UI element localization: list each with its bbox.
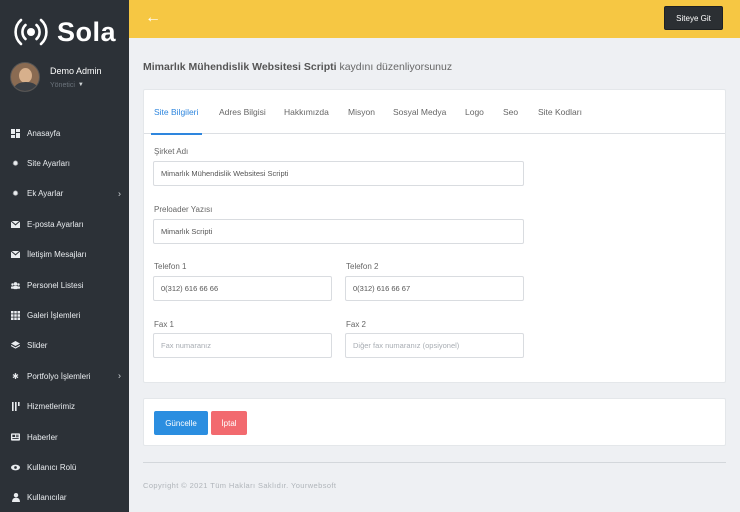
user-icon [11,493,20,503]
sidebar-item-label: Portfolyo İşlemleri [27,371,91,381]
page-title-suffix: kaydını düzenliyorsunuz [336,61,453,73]
tab-site-kodlari[interactable]: Site Kodları [538,90,582,134]
gear-icon: ✹ [12,189,19,199]
user-role-dropdown[interactable]: Yönetici ▼ [50,82,102,89]
sidebar-item-anasayfa[interactable]: Anasayfa [0,118,129,148]
sidebar-item-label: Anasayfa [27,128,61,138]
tab-logo[interactable]: Logo [465,90,484,134]
sidebar-item-galeri-islemleri[interactable]: Galeri İşlemleri [0,300,129,330]
sidebar-item-label: Kullanıcı Rolü [27,462,77,472]
sidebar-item-label: Kullanıcılar [27,493,67,503]
grid-icon [11,311,20,321]
update-button[interactable]: Güncelle [154,411,208,435]
page-title-record: Mimarlık Mühendislik Websitesi Scripti [143,61,337,73]
gear-icon: ✹ [12,159,19,169]
sidebar-item-ek-ayarlar[interactable]: ✹ Ek Ayarlar › [0,179,129,209]
settings-card: Site Bilgileri Adres Bilgisi Hakkımızda … [143,89,726,383]
phone2-input[interactable]: 0(312) 616 66 67 [345,276,524,301]
users-icon [11,281,20,290]
layers-icon [11,341,20,350]
top-bar: ← Siteye Git [129,0,740,38]
page-title: Mimarlık Mühendislik Websitesi Scripti k… [143,61,452,73]
sidebar-item-label: Hizmetlerimiz [27,402,75,412]
sidebar: Sola Demo Admin Yönetici ▼ Anasayfa ✹ Si… [0,0,129,512]
sidebar-item-label: E-posta Ayarları [27,219,84,229]
sidebar-item-label: Ek Ayarlar [27,189,64,199]
phone1-input[interactable]: 0(312) 616 66 66 [153,276,332,301]
footer-divider [143,462,726,463]
eye-icon [11,463,20,472]
company-name-label: Şirket Adı [154,147,189,156]
sidebar-item-eposta-ayarlari[interactable]: E-posta Ayarları [0,209,129,239]
preloader-input[interactable]: Mimarlık Scripti [153,219,524,244]
sidebar-item-iletisim-mesajlari[interactable]: İletişim Mesajları [0,240,129,270]
arrow-left-icon[interactable]: ← [145,9,161,27]
chevron-right-icon: › [118,188,121,199]
sidebar-item-kullanicilar[interactable]: Kullanıcılar [0,483,129,512]
tab-bar: Site Bilgileri Adres Bilgisi Hakkımızda … [144,90,725,135]
tab-site-bilgileri[interactable]: Site Bilgileri [150,90,203,135]
envelope-icon [11,220,20,229]
chevron-right-icon: › [118,370,121,381]
sidebar-item-label: Haberler [27,432,58,442]
sidebar-item-hizmetlerimiz[interactable]: Hizmetlerimiz [0,392,129,422]
tab-misyon[interactable]: Misyon [348,90,375,134]
user-role: Yönetici [50,81,75,89]
footer-copyright: Copyright © 2021 Tüm Hakları Saklıdır. Y… [143,481,337,490]
sidebar-item-label: Galeri İşlemleri [27,311,81,321]
envelope-icon [11,250,20,259]
company-name-input[interactable]: Mimarlık Mühendislik Websitesi Scripti [153,161,524,186]
fax2-input[interactable]: Diğer fax numaranız (opsiyonel) [345,333,524,358]
newspaper-icon [11,433,20,442]
preloader-label: Preloader Yazısı [154,205,213,214]
phone2-label: Telefon 2 [346,262,379,271]
fax2-label: Fax 2 [346,320,367,329]
actions-card: Güncelle İptal [143,398,726,446]
sidebar-item-label: Slider [27,341,48,351]
star-icon: ✱ [12,371,19,381]
avatar[interactable] [10,62,40,92]
sidebar-item-kullanici-rolu[interactable]: Kullanıcı Rolü [0,452,129,482]
sidebar-item-slider[interactable]: Slider [0,331,129,361]
user-panel: Demo Admin Yönetici ▼ [10,62,102,92]
sidebar-item-portfolyo-islemleri[interactable]: ✱ Portfolyo İşlemleri › [0,361,129,391]
sidebar-nav: Anasayfa ✹ Site Ayarları ✹ Ek Ayarlar › … [0,118,129,512]
broadcast-icon [12,13,50,51]
tab-hakkimizda[interactable]: Hakkımızda [284,90,329,134]
sidebar-item-label: Site Ayarları [27,159,70,169]
brand-name: Sola [57,16,117,47]
dashboard-icon [11,128,20,138]
tab-sosyal-medya[interactable]: Sosyal Medya [393,90,446,134]
fax1-label: Fax 1 [154,320,175,329]
phone1-label: Telefon 1 [154,262,187,271]
sidebar-item-label: İletişim Mesajları [27,250,87,260]
visit-site-button[interactable]: Siteye Git [664,6,723,30]
user-name: Demo Admin [50,65,102,76]
caret-down-icon: ▼ [77,82,84,88]
tab-seo[interactable]: Seo [503,90,518,134]
brand-logo[interactable]: Sola [12,10,116,54]
sidebar-item-label: Personel Listesi [27,280,84,290]
sidebar-item-site-ayarlari[interactable]: ✹ Site Ayarları [0,148,129,178]
sidebar-item-personel-listesi[interactable]: Personel Listesi [0,270,129,300]
fax1-input[interactable]: Fax numaranız [153,333,332,358]
cancel-button[interactable]: İptal [211,411,247,435]
sidebar-item-haberler[interactable]: Haberler [0,422,129,452]
tab-adres-bilgisi[interactable]: Adres Bilgisi [219,90,266,134]
flag-icon [11,402,20,412]
